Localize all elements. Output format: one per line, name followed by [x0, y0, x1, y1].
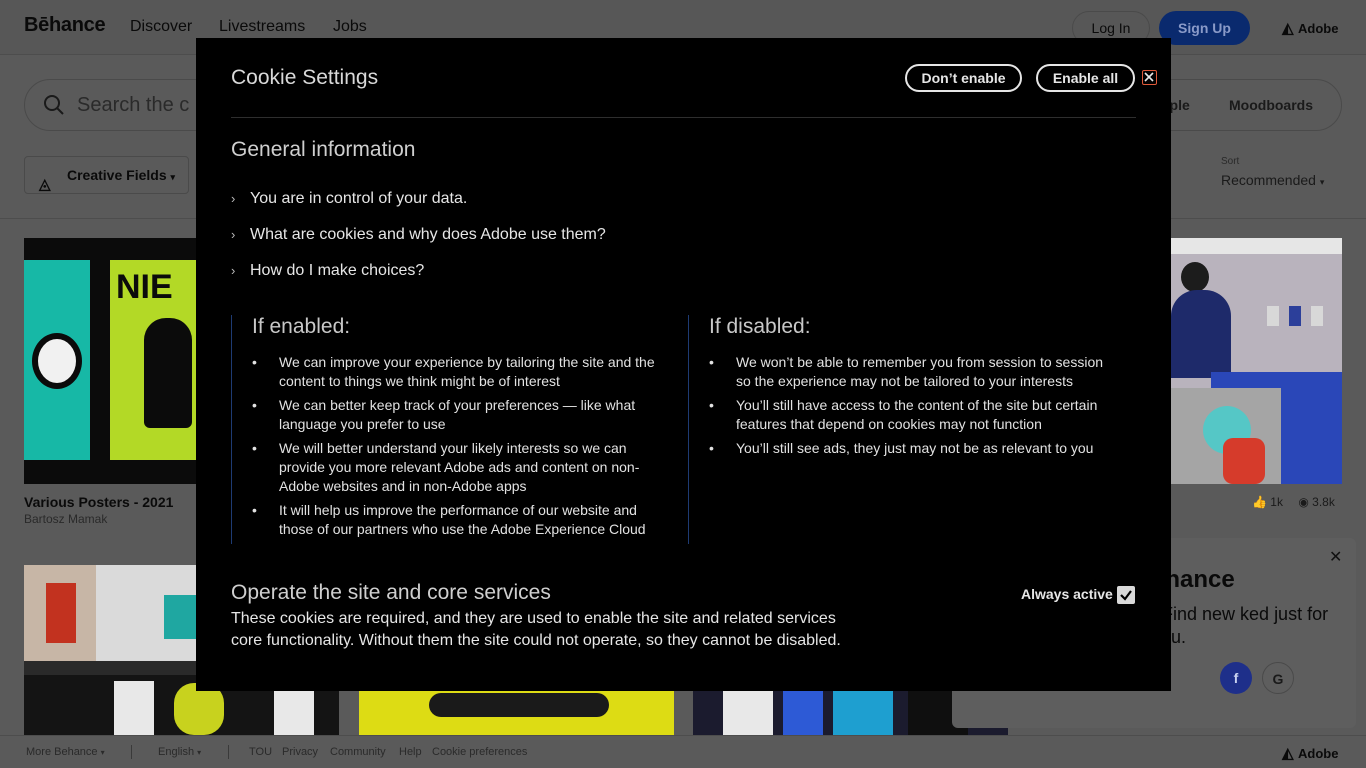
- operate-heading: Operate the site and core services: [231, 581, 551, 604]
- general-info-heading: General information: [231, 138, 416, 161]
- if-disabled-title: If disabled:: [709, 315, 811, 338]
- photo-art: [164, 595, 200, 639]
- photo-art: [114, 681, 154, 735]
- footer-more-behance[interactable]: More Behance ▾: [26, 746, 105, 758]
- dont-enable-button[interactable]: Don’t enable: [905, 64, 1022, 92]
- creative-fields-button[interactable]: ◬ Creative Fields ▾: [24, 156, 189, 194]
- search-tab-moodboards[interactable]: Moodboards: [1229, 97, 1313, 113]
- accordion-label: How do I make choices?: [250, 262, 425, 279]
- footer-privacy[interactable]: Privacy: [282, 746, 318, 758]
- project-stats: 👍 1k ◉ 3.8k: [1252, 495, 1335, 509]
- accordion-make-choices[interactable]: › How do I make choices?: [231, 262, 424, 280]
- chevron-down-icon: ▾: [100, 748, 105, 757]
- chevron-right-icon: ›: [231, 191, 236, 206]
- if-disabled-column: If disabled: • We won’t be able to rememb…: [688, 315, 1138, 544]
- always-active-label: Always active: [1021, 586, 1113, 602]
- product-art: [429, 693, 609, 717]
- illustration-art: [1171, 290, 1231, 378]
- divider: [131, 745, 132, 759]
- if-enabled-title: If enabled:: [252, 315, 351, 338]
- close-icon: [1144, 72, 1154, 82]
- creative-fields-label: Creative Fields: [67, 167, 167, 183]
- footer-community[interactable]: Community: [330, 746, 386, 758]
- thumbs-up-icon: 👍: [1252, 495, 1267, 509]
- poster-art: [783, 687, 823, 735]
- accordion-what-are-cookies[interactable]: › What are cookies and why does Adobe use…: [231, 226, 606, 244]
- project-owner[interactable]: Bartosz Mamak: [24, 512, 107, 526]
- illustration-art: [1223, 438, 1265, 484]
- adobe-logo-icon: ◭: [1282, 745, 1294, 762]
- footer-language[interactable]: English ▾: [158, 746, 201, 758]
- illustration-art: [1267, 306, 1279, 326]
- illustration-art: [1289, 306, 1301, 326]
- nav-jobs[interactable]: Jobs: [333, 18, 367, 36]
- signup-button[interactable]: Sign Up: [1159, 11, 1250, 45]
- adobe-label: Adobe: [1298, 746, 1339, 761]
- accordion-control-data[interactable]: › You are in control of your data.: [231, 190, 467, 208]
- illustration-art: [1171, 238, 1342, 254]
- search-input[interactable]: Search the c: [77, 94, 189, 117]
- illustration-art: [1311, 306, 1323, 326]
- close-button[interactable]: [1142, 70, 1157, 85]
- creative-fields-icon: ◬: [39, 176, 51, 193]
- chevron-down-icon: ▾: [1319, 177, 1325, 187]
- illustration-art: [1181, 262, 1209, 292]
- photo-art: [46, 583, 76, 643]
- behance-logo[interactable]: Bēhance: [24, 14, 106, 37]
- always-active-checkbox[interactable]: [1117, 586, 1135, 604]
- sort-value: Recommended: [1221, 172, 1316, 188]
- accordion-label: What are cookies and why does Adobe use …: [250, 226, 606, 243]
- chevron-right-icon: ›: [231, 227, 236, 242]
- divider: [231, 117, 1136, 118]
- sort-label: Sort: [1221, 156, 1240, 167]
- accordion-label: You are in control of your data.: [250, 190, 468, 207]
- facebook-icon[interactable]: f: [1220, 662, 1252, 694]
- checkmark-icon: [1120, 590, 1132, 601]
- project-thumbnail[interactable]: NIE: [24, 238, 199, 484]
- nav-discover[interactable]: Discover: [130, 18, 192, 36]
- footer-tou[interactable]: TOU: [249, 746, 272, 758]
- adobe-logo-icon: ◭: [1282, 20, 1294, 37]
- project-thumbnail[interactable]: [1171, 238, 1342, 484]
- chevron-down-icon: ▾: [197, 748, 202, 757]
- footer-label: English: [158, 746, 195, 758]
- view-count: 3.8k: [1312, 495, 1335, 509]
- footer-label: More Behance: [26, 746, 98, 758]
- close-icon[interactable]: ✕: [1329, 547, 1342, 567]
- eye-icon: ◉: [1298, 495, 1309, 509]
- operate-description: These cookies are required, and they are…: [231, 610, 841, 649]
- poster-art: NIE: [116, 268, 173, 306]
- eye-art: [32, 333, 82, 389]
- cookie-settings-dialog: Cookie Settings Don’t enable Enable all …: [196, 38, 1171, 691]
- adobe-label: Adobe: [1298, 21, 1339, 36]
- like-count: 1k: [1270, 495, 1283, 509]
- apple-icon[interactable]: [1178, 662, 1210, 694]
- footer: More Behance ▾ English ▾ TOU Privacy Com…: [0, 735, 1366, 768]
- chevron-down-icon: ▾: [170, 172, 176, 182]
- footer-cookie-preferences[interactable]: Cookie preferences: [432, 746, 527, 758]
- search-icon: [44, 95, 64, 115]
- promo-subtitle: . Find new ked just for you.: [1152, 604, 1329, 647]
- if-enabled-column: If enabled: • We can improve your experie…: [231, 315, 681, 544]
- adobe-link[interactable]: ◭ Adobe: [1282, 744, 1338, 762]
- divider: [228, 745, 229, 759]
- adobe-link[interactable]: ◭ Adobe: [1282, 19, 1338, 37]
- chevron-right-icon: ›: [231, 263, 236, 278]
- project-title[interactable]: Various Posters - 2021: [24, 494, 173, 510]
- sort-dropdown[interactable]: Recommended ▾: [1221, 172, 1324, 188]
- poster-art: [833, 691, 893, 735]
- nav-livestreams[interactable]: Livestreams: [219, 18, 305, 36]
- figure-art: [144, 318, 192, 428]
- footer-help[interactable]: Help: [399, 746, 422, 758]
- dialog-title: Cookie Settings: [231, 66, 379, 89]
- enable-all-button[interactable]: Enable all: [1036, 64, 1135, 92]
- poster-art: [723, 685, 773, 735]
- google-icon[interactable]: G: [1262, 662, 1294, 694]
